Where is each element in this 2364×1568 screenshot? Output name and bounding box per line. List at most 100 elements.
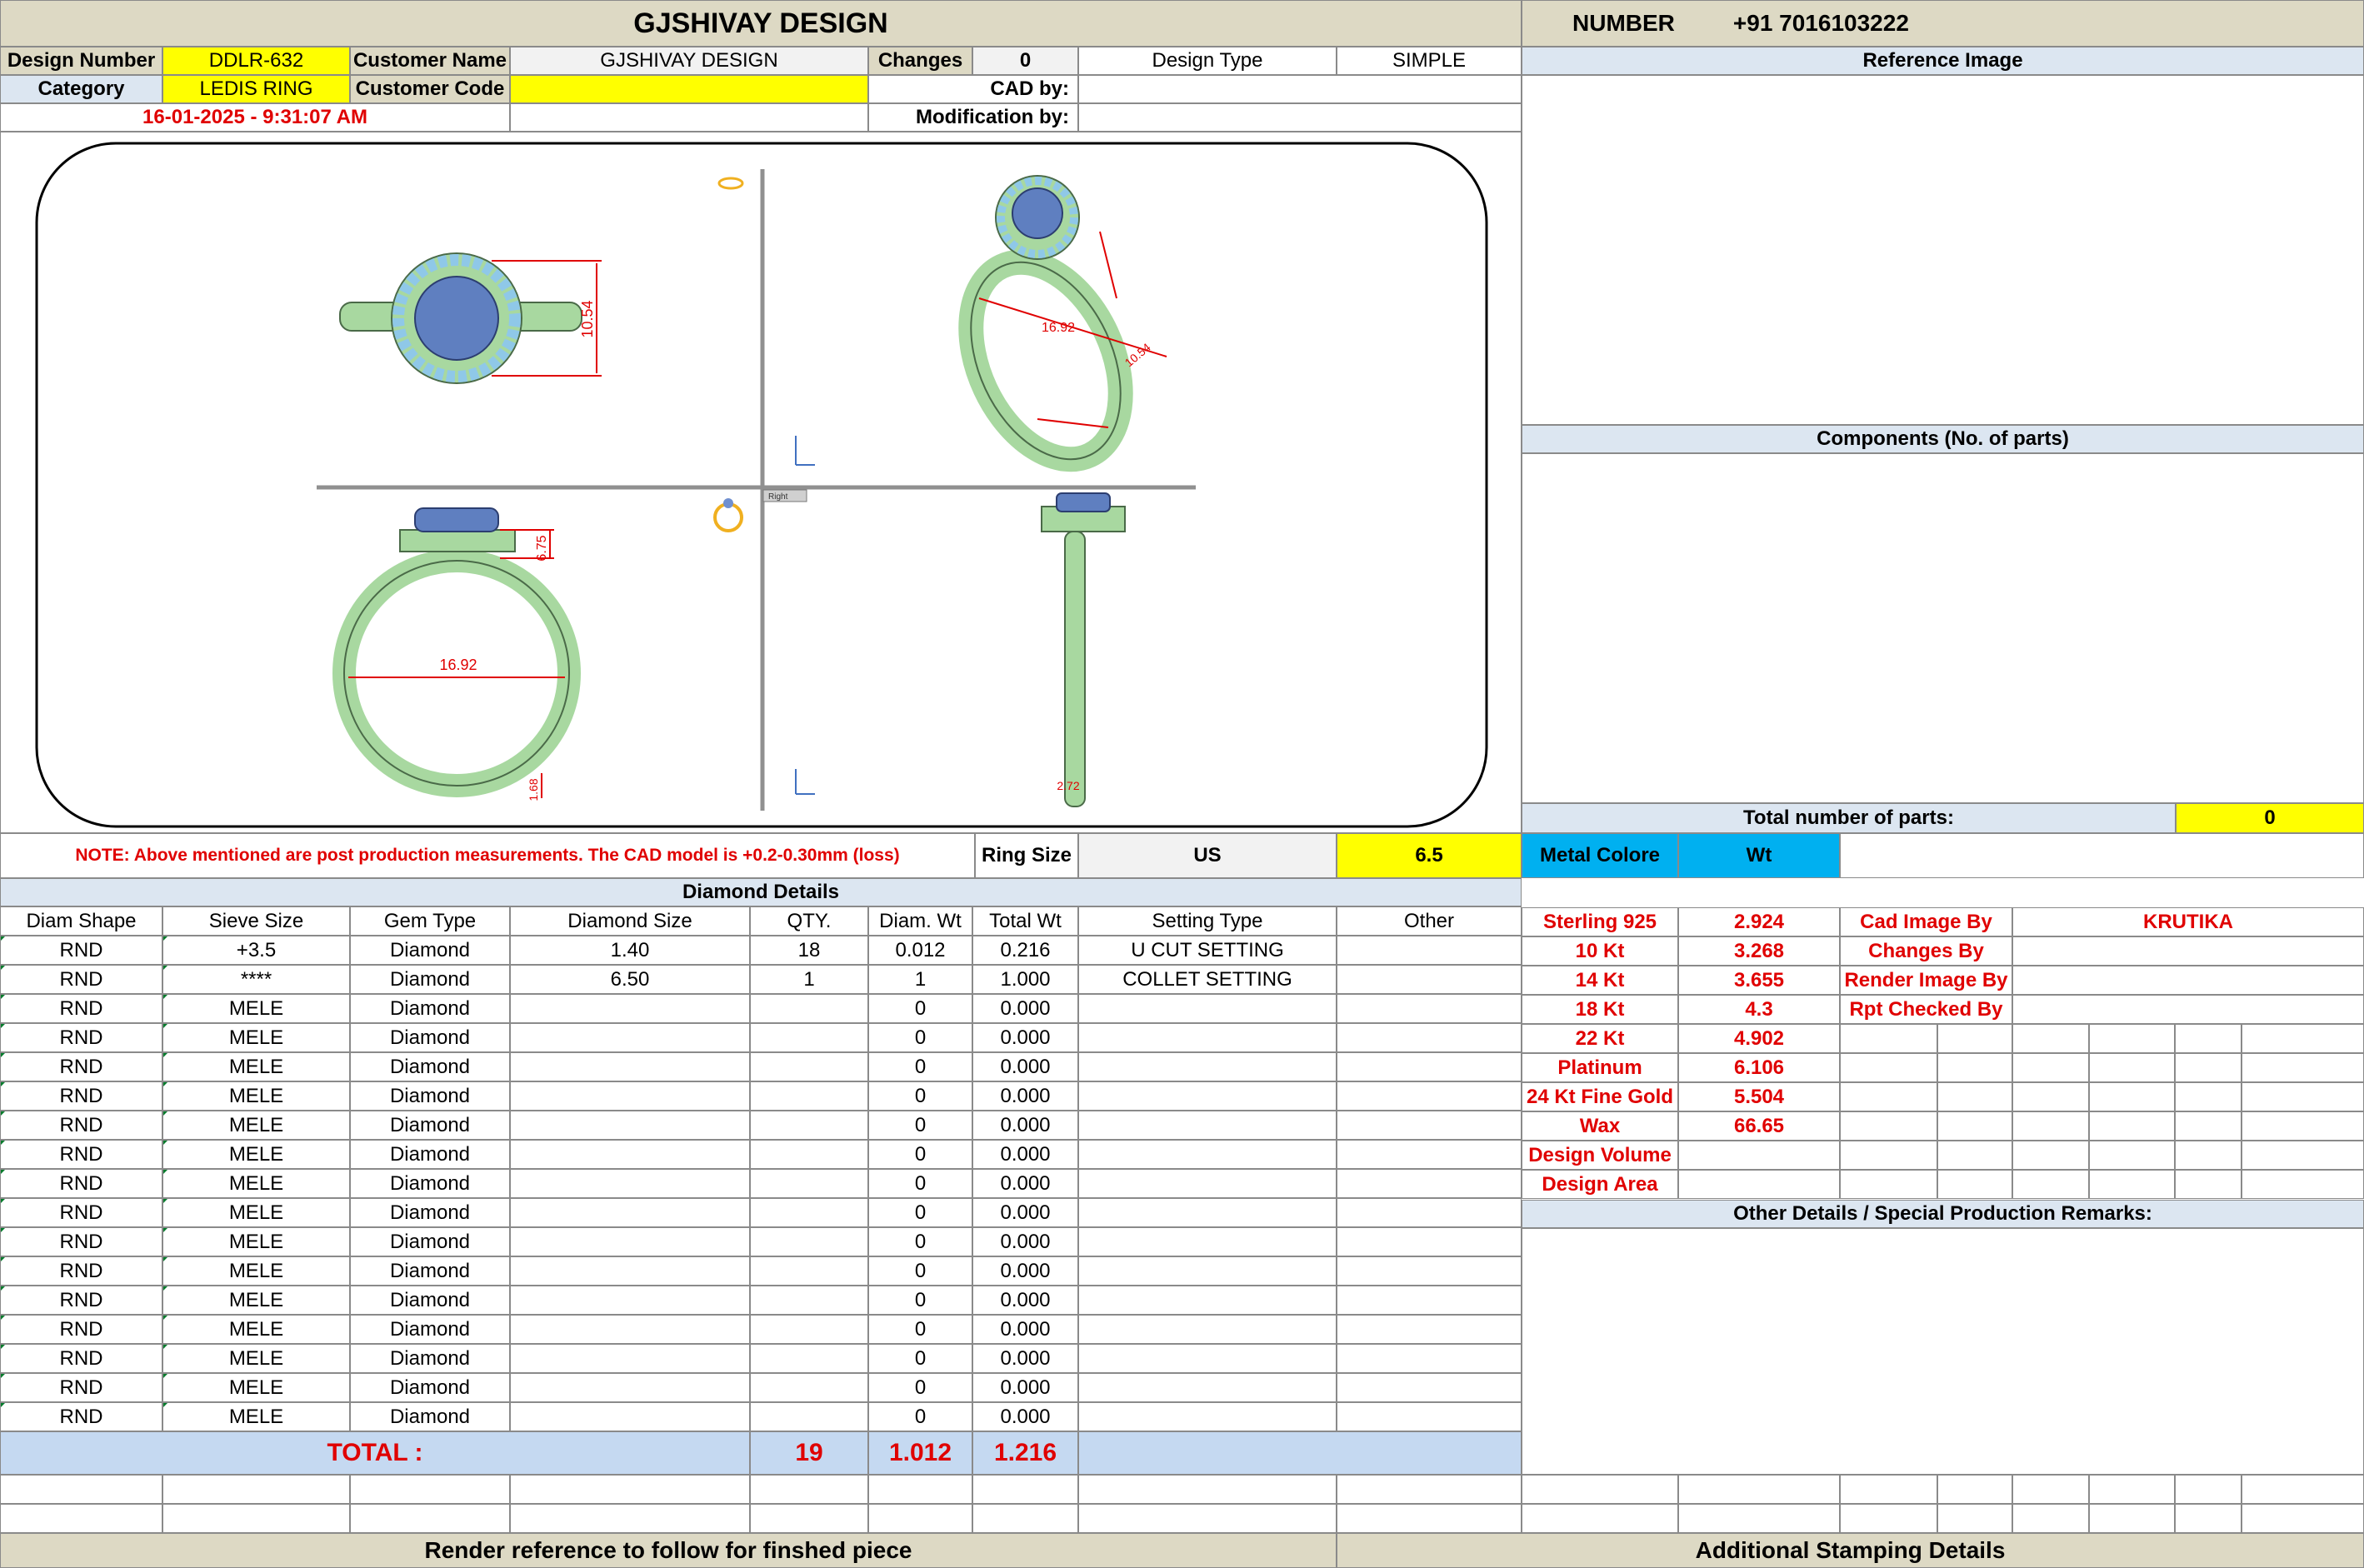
diamond-cell[interactable]: 0.000 [972,1286,1078,1315]
modification-by-value[interactable] [1078,103,1522,132]
diamond-cell[interactable]: MELE [162,1373,350,1402]
diamond-cell[interactable] [510,1256,750,1286]
diamond-cell[interactable] [750,1256,868,1286]
customer-code-value[interactable] [510,75,868,103]
diamond-cell[interactable]: Diamond [350,1227,510,1256]
diamond-cell[interactable]: MELE [162,1052,350,1081]
diamond-cell[interactable]: RND [0,1023,162,1052]
diamond-cell[interactable]: 0.000 [972,1402,1078,1431]
diamond-cell[interactable]: 0.216 [972,936,1078,965]
diamond-cell[interactable] [1337,1227,1522,1256]
diamond-cell[interactable]: Diamond [350,1198,510,1227]
diamond-cell[interactable] [750,1227,868,1256]
diamond-cell[interactable] [1337,1169,1522,1198]
diamond-cell[interactable]: 1.40 [510,936,750,965]
diamond-cell[interactable]: 0.000 [972,1256,1078,1286]
diamond-cell[interactable] [750,1198,868,1227]
diamond-cell[interactable]: 0.000 [972,1315,1078,1344]
diamond-cell[interactable]: MELE [162,1315,350,1344]
diamond-cell[interactable]: 0 [868,1344,972,1373]
diamond-cell[interactable]: 1 [868,965,972,994]
diamond-cell[interactable]: COLLET SETTING [1078,965,1337,994]
diamond-cell[interactable]: 0 [868,994,972,1023]
diamond-cell[interactable] [750,1373,868,1402]
diamond-cell[interactable]: Diamond [350,1169,510,1198]
design-type-value[interactable]: SIMPLE [1337,47,1522,75]
diamond-cell[interactable]: 0.012 [868,936,972,965]
diamond-cell[interactable] [510,1315,750,1344]
diamond-cell[interactable]: RND [0,1402,162,1431]
diamond-cell[interactable]: 0 [868,1315,972,1344]
credit-value[interactable] [2012,995,2364,1024]
total-parts-value[interactable]: 0 [2176,803,2364,833]
customer-name-value[interactable]: GJSHIVAY DESIGN [510,47,868,75]
diamond-cell[interactable]: Diamond [350,1256,510,1286]
diamond-cell[interactable] [1337,994,1522,1023]
diamond-cell[interactable]: +3.5 [162,936,350,965]
diamond-cell[interactable] [510,994,750,1023]
diamond-cell[interactable] [1078,1023,1337,1052]
diamond-cell[interactable]: Diamond [350,1052,510,1081]
diamond-cell[interactable] [510,1373,750,1402]
other-details-area[interactable] [1522,1228,2364,1475]
diamond-cell[interactable]: 0.000 [972,1198,1078,1227]
ring-size-value[interactable]: 6.5 [1337,833,1522,878]
diamond-cell[interactable]: 0.000 [972,1052,1078,1081]
diamond-cell[interactable]: U CUT SETTING [1078,936,1337,965]
diamond-cell[interactable]: MELE [162,1169,350,1198]
diamond-cell[interactable] [750,1344,868,1373]
diamond-cell[interactable] [750,1052,868,1081]
diamond-cell[interactable] [1337,1081,1522,1111]
diamond-cell[interactable] [1337,1286,1522,1315]
diamond-cell[interactable]: Diamond [350,1373,510,1402]
diamond-cell[interactable] [1078,1256,1337,1286]
diamond-cell[interactable]: MELE [162,1111,350,1140]
diamond-cell[interactable] [1337,1140,1522,1169]
diamond-cell[interactable] [1078,1373,1337,1402]
credit-value[interactable]: KRUTIKA [2012,907,2364,936]
category-value[interactable]: LEDIS RING [162,75,350,103]
diamond-cell[interactable] [1078,1169,1337,1198]
diamond-cell[interactable] [510,1023,750,1052]
diamond-cell[interactable]: RND [0,1111,162,1140]
diamond-cell[interactable]: 0 [868,1286,972,1315]
diamond-cell[interactable]: MELE [162,1140,350,1169]
diamond-cell[interactable]: 0 [868,1169,972,1198]
diamond-cell[interactable]: MELE [162,1344,350,1373]
diamond-cell[interactable]: 0 [868,1111,972,1140]
diamond-cell[interactable] [510,1111,750,1140]
metal-weight-value[interactable] [1678,1141,1840,1170]
diamond-cell[interactable] [1337,1052,1522,1081]
diamond-cell[interactable] [1078,1081,1337,1111]
diamond-cell[interactable] [1337,965,1522,994]
diamond-cell[interactable]: RND [0,994,162,1023]
diamond-cell[interactable] [1337,1402,1522,1431]
diamond-cell[interactable] [510,1140,750,1169]
diamond-cell[interactable]: Diamond [350,1023,510,1052]
credit-value[interactable] [2012,936,2364,966]
diamond-cell[interactable]: Diamond [350,1344,510,1373]
diamond-cell[interactable]: 0.000 [972,994,1078,1023]
diamond-cell[interactable]: Diamond [350,965,510,994]
diamond-cell[interactable]: Diamond [350,1402,510,1431]
diamond-cell[interactable] [750,1023,868,1052]
diamond-cell[interactable] [1078,1227,1337,1256]
diamond-cell[interactable] [750,1402,868,1431]
diamond-cell[interactable] [1078,1286,1337,1315]
diamond-cell[interactable]: RND [0,1315,162,1344]
diamond-cell[interactable]: MELE [162,1402,350,1431]
metal-weight-value[interactable]: 4.902 [1678,1024,1840,1053]
diamond-cell[interactable]: 0 [868,1373,972,1402]
diamond-cell[interactable]: RND [0,1227,162,1256]
diamond-cell[interactable] [1337,1256,1522,1286]
diamond-cell[interactable]: RND [0,1286,162,1315]
diamond-cell[interactable]: Diamond [350,1111,510,1140]
diamond-cell[interactable] [1337,1373,1522,1402]
diamond-cell[interactable] [750,1111,868,1140]
metal-weight-value[interactable]: 2.924 [1678,907,1840,936]
design-number-value[interactable]: DDLR-632 [162,47,350,75]
diamond-cell[interactable]: **** [162,965,350,994]
diamond-cell[interactable]: 0.000 [972,1140,1078,1169]
diamond-cell[interactable]: 18 [750,936,868,965]
diamond-cell[interactable]: MELE [162,1198,350,1227]
